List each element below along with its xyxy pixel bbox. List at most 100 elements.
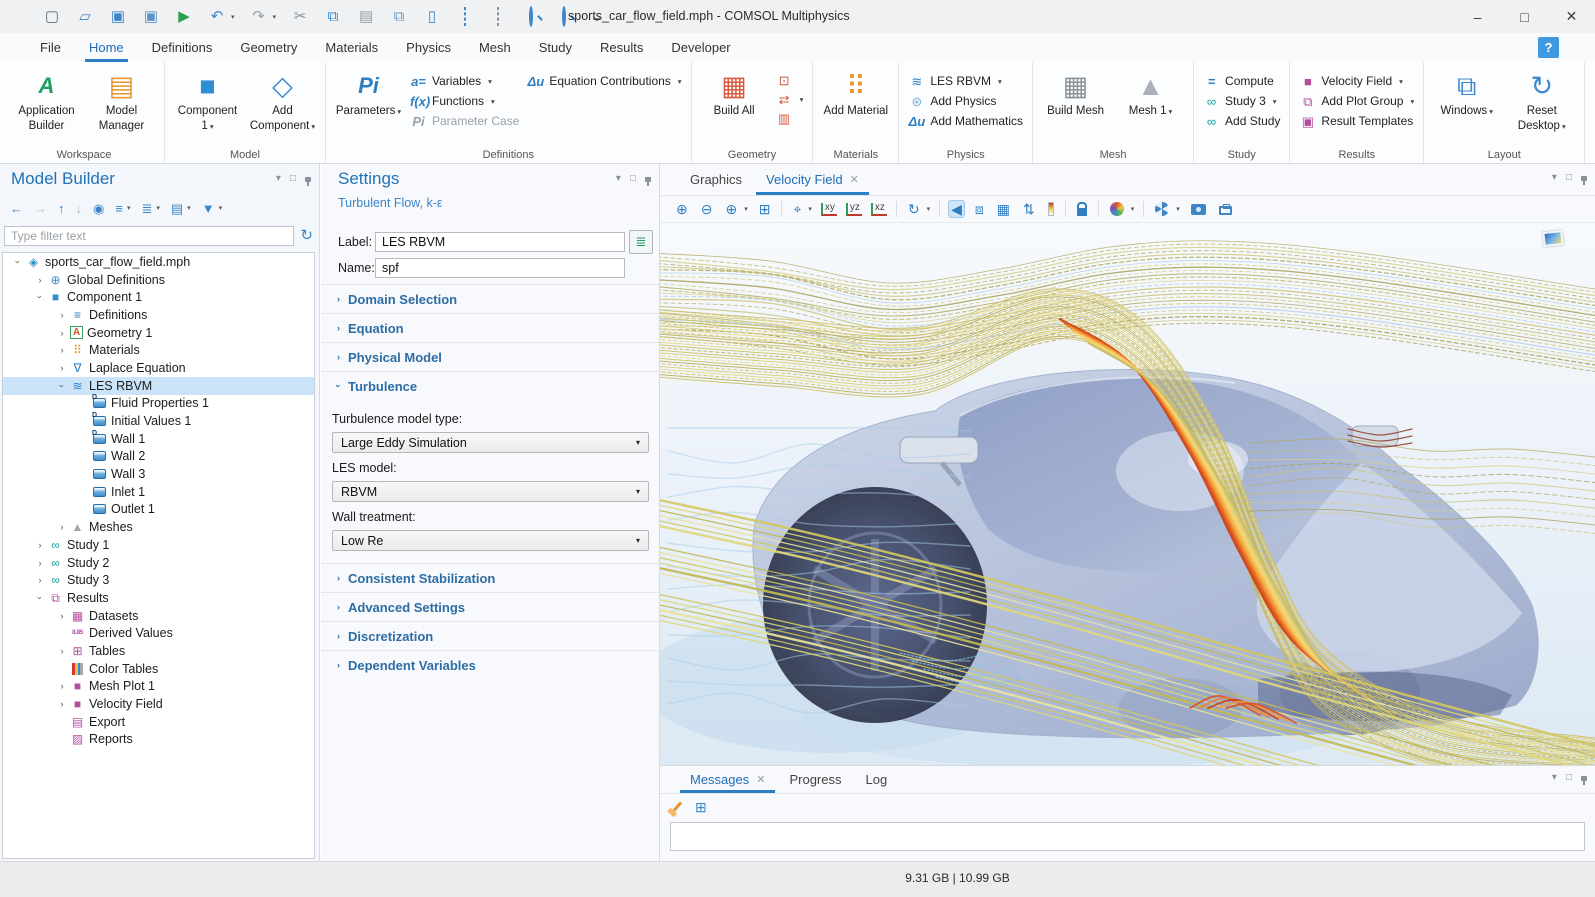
model-tree-nodes-icon[interactable]: ▤ (171, 202, 183, 215)
plot-symbols-icon[interactable]: ⇅ (1021, 201, 1037, 217)
tree-chevron-icon[interactable]: › (55, 699, 69, 709)
tab-progress[interactable]: Progress (777, 766, 853, 793)
equation-view-button[interactable]: ≣ (629, 230, 653, 254)
show-icon[interactable]: ◉ (93, 202, 104, 215)
panel-float-icon[interactable]: □ (290, 174, 296, 184)
tree-chevron-icon[interactable]: › (33, 575, 47, 585)
view-xz-icon[interactable]: xz (871, 203, 887, 216)
add-study-button[interactable]: ∞Add Study (1203, 114, 1280, 128)
expand-all-icon[interactable]: ≣ (141, 202, 152, 215)
panel-pin-icon[interactable] (1581, 176, 1587, 181)
undo-icon[interactable]: ↶ (208, 9, 226, 25)
model-manager-button[interactable]: ▤Model Manager (88, 65, 155, 134)
mesh-1-button[interactable]: ▲Mesh 1▾ (1117, 65, 1184, 119)
dropdown-caret-icon[interactable]: ▾ (1131, 205, 1135, 213)
tree-chevron-icon[interactable]: › (55, 345, 69, 355)
menu-tab-definitions[interactable]: Definitions (138, 33, 227, 62)
tree-chevron-icon[interactable]: › (55, 646, 69, 656)
tree-chevron-icon[interactable]: › (55, 522, 69, 532)
environment-icon[interactable] (1153, 201, 1171, 217)
close-button[interactable]: ✕ (1548, 0, 1595, 33)
tree-item-materials[interactable]: ›⠿Materials (3, 341, 314, 359)
graphics-canvas[interactable] (660, 223, 1595, 765)
equation-contributions-button[interactable]: ΔuEquation Contributions▾ (527, 74, 681, 88)
turbulence-model-type-select[interactable]: Large Eddy Simulation▾ (332, 432, 649, 453)
dropdown-caret-icon[interactable]: ▾ (273, 13, 277, 21)
tree-chevron-icon[interactable]: › (55, 611, 69, 621)
tree-item-mesh-plot-1[interactable]: ›■Mesh Plot 1 (3, 678, 314, 696)
transparency-icon[interactable]: ⧈ (973, 201, 986, 217)
tree-item-component-1[interactable]: ›■Component 1 (3, 288, 314, 306)
menu-tab-physics[interactable]: Physics (392, 33, 465, 62)
panel-float-icon[interactable]: □ (1566, 173, 1572, 183)
snapshot-icon[interactable] (1189, 203, 1208, 216)
dropdown-caret-icon[interactable]: ▾ (127, 204, 131, 212)
study-3-button[interactable]: ∞Study 3▾ (1203, 94, 1280, 108)
lock-view-icon[interactable] (1075, 202, 1089, 217)
add-plot-group-button[interactable]: ⧉Add Plot Group▾ (1299, 94, 1414, 108)
panel-menu-icon[interactable]: ▾ (616, 174, 621, 184)
section-domain-selection[interactable]: ›Domain Selection (321, 284, 659, 313)
panel-pin-icon[interactable] (1581, 776, 1587, 781)
section-equation[interactable]: ›Equation (321, 313, 659, 342)
tree-chevron-icon[interactable]: › (35, 290, 45, 304)
virtual-operations-button[interactable]: ▥ (776, 112, 804, 125)
component-1-button[interactable]: ■Component 1▾ (174, 65, 241, 134)
tree-item-laplace-equation[interactable]: ›∇Laplace Equation (3, 359, 314, 377)
menu-tab-materials[interactable]: Materials (311, 33, 392, 62)
tree-chevron-icon[interactable]: › (55, 310, 69, 320)
section-turbulence[interactable]: ›Turbulence (321, 371, 659, 400)
section-advanced-settings[interactable]: ›Advanced Settings (321, 592, 659, 621)
functions-button[interactable]: f(x)Functions▾ (410, 94, 519, 108)
back-icon[interactable]: ← (10, 202, 23, 215)
move-down-icon[interactable]: ↓ (76, 202, 83, 215)
dropdown-caret-icon[interactable]: ▾ (744, 205, 748, 213)
add-mathematics-button[interactable]: ΔuAdd Mathematics (908, 114, 1023, 128)
paste-icon[interactable]: ▤ (357, 9, 375, 25)
menu-tab-study[interactable]: Study (525, 33, 586, 62)
menu-tab-results[interactable]: Results (586, 33, 657, 62)
tree-chevron-icon[interactable]: › (55, 363, 69, 373)
dropdown-caret-icon[interactable]: ▾ (156, 204, 160, 212)
menu-tab-file[interactable]: File (26, 33, 75, 62)
compute-button[interactable]: =Compute (1203, 74, 1280, 88)
rotate-view-icon[interactable]: ↻ (906, 201, 922, 217)
dropdown-caret-icon[interactable]: ▾ (1176, 205, 1180, 213)
refresh-icon[interactable]: ↻ (300, 226, 313, 244)
tree-item-derived-values[interactable]: 8.85Derived Values (3, 624, 314, 642)
tab-graphics[interactable]: Graphics (678, 164, 754, 195)
dropdown-caret-icon[interactable]: ▾ (231, 13, 235, 21)
wall-treatment-select[interactable]: Low Re▾ (332, 530, 649, 551)
view-xy-icon[interactable]: xy (821, 203, 837, 216)
rebuild-button[interactable]: ⇄▾ (776, 93, 804, 106)
select-box-icon[interactable] (456, 9, 474, 25)
tree-chevron-icon[interactable]: › (33, 558, 47, 568)
tree-item-export[interactable]: ▤Export (3, 713, 314, 731)
tree-item-reports[interactable]: ▨Reports (3, 731, 314, 749)
tree-item-sports-car-flow-field-mph[interactable]: ›◈sports_car_flow_field.mph (3, 253, 314, 271)
tree-item-wall-3[interactable]: Wall 3 (3, 465, 314, 483)
label-field[interactable] (375, 232, 625, 252)
deselect-box-icon[interactable] (489, 9, 507, 25)
panel-menu-icon[interactable]: ▾ (1552, 773, 1557, 783)
dropdown-caret-icon[interactable]: ▾ (187, 204, 191, 212)
tree-item-study-2[interactable]: ›∞Study 2 (3, 554, 314, 572)
color-palette-icon[interactable] (1108, 201, 1126, 217)
run-icon[interactable]: ▶ (175, 9, 193, 25)
tree-chevron-icon[interactable]: › (57, 379, 67, 393)
add-material-button[interactable]: ⠿Add Material (822, 65, 889, 119)
section-consistent-stabilization[interactable]: ›Consistent Stabilization (321, 563, 659, 592)
zoom-extents-icon[interactable]: ⊞ (757, 201, 773, 217)
dropdown-caret-icon[interactable]: ▾ (219, 204, 223, 212)
tree-item-les-rbvm[interactable]: ›≋LES RBVM (3, 377, 314, 395)
close-tab-icon[interactable]: ✕ (756, 773, 765, 786)
tree-chevron-icon[interactable]: › (33, 540, 47, 550)
tree-item-datasets[interactable]: ›▦Datasets (3, 607, 314, 625)
add-physics-button[interactable]: ⊛Add Physics (908, 94, 1023, 108)
open-file-icon[interactable]: ▱ (76, 9, 94, 25)
tree-item-definitions[interactable]: ›≡Definitions (3, 306, 314, 324)
section-dependent-variables[interactable]: ›Dependent Variables (321, 650, 659, 679)
help-button[interactable]: ? (1538, 37, 1559, 58)
forward-icon[interactable]: → (34, 202, 47, 215)
panel-pin-icon[interactable] (305, 177, 311, 182)
